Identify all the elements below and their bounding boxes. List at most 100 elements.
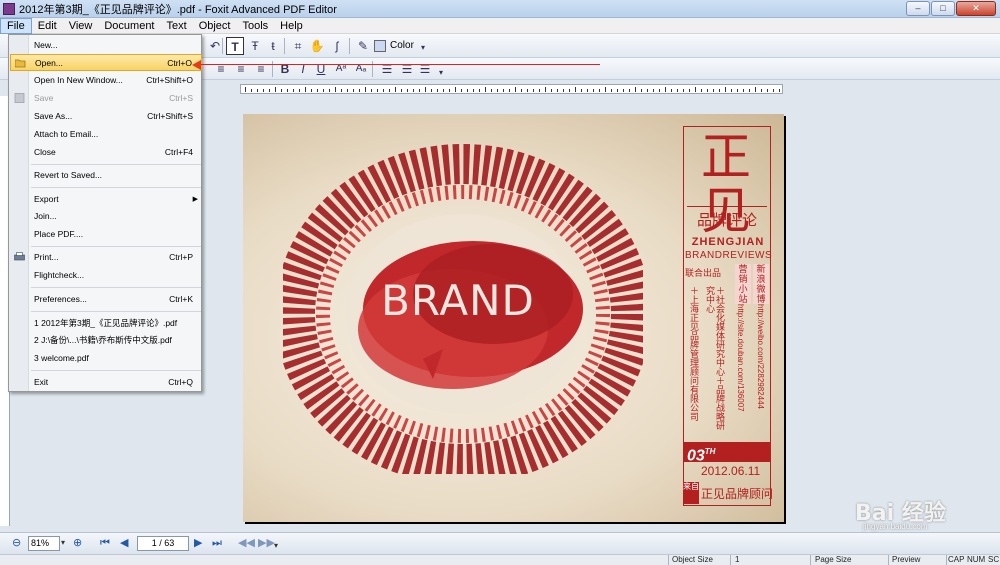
align-center-icon[interactable]: ≡ [212, 60, 230, 78]
menu-item-recent-2[interactable]: 2 J:\备份\...\书籍\乔布斯传中文版.pdf [10, 332, 202, 349]
menu-file[interactable]: File [0, 17, 32, 34]
ruler-tick [713, 89, 714, 92]
bold-icon[interactable]: B [276, 60, 294, 78]
status-divider [810, 555, 811, 565]
menu-item-attach-email[interactable]: Attach to Email... [10, 126, 202, 143]
last-page-icon[interactable]: ⏭ [212, 535, 222, 551]
folder-open-icon [15, 59, 26, 68]
status-scroll-lock: SC [988, 555, 1000, 564]
cover-sub-title: 品牌评论 [687, 206, 767, 230]
ruler-tick [419, 89, 420, 92]
ruler-tick [305, 87, 306, 92]
subscript-icon[interactable]: Aₐ [352, 60, 370, 78]
spacing-dropdown-icon[interactable]: ▾ [432, 64, 450, 82]
align-right-icon[interactable]: ≡ [232, 60, 250, 78]
color-swatch[interactable] [374, 40, 386, 52]
view-history-dropdown-icon[interactable]: ▾ [274, 538, 278, 554]
menu-item-open-new-window[interactable]: Open In New Window... Ctrl+Shift+O [10, 72, 202, 89]
ruler-tick [359, 89, 360, 92]
color-label[interactable]: Color [390, 39, 414, 53]
ruler-tick [323, 89, 324, 92]
zoom-out-icon[interactable]: ⊖ [12, 535, 21, 551]
menu-item-preferences[interactable]: Preferences... Ctrl+K [10, 291, 202, 308]
text-vertical-icon[interactable]: ŧ [264, 37, 282, 55]
page-number-input[interactable]: 1 / 63 [137, 536, 189, 551]
ruler-tick [581, 89, 582, 92]
menu-help[interactable]: Help [274, 18, 309, 34]
align-justify-icon[interactable]: ≡ [252, 60, 270, 78]
cover-douban-url: http://site.douban.com/136007 [736, 304, 745, 412]
menu-item-new[interactable]: New... [10, 37, 202, 54]
status-divider [888, 555, 889, 565]
next-page-icon[interactable]: ▶ [194, 535, 202, 551]
back-view-icon[interactable]: ◀◀ [238, 535, 255, 551]
ruler-tick [749, 89, 750, 92]
zoom-dropdown-icon[interactable]: ▾ [61, 535, 65, 551]
menu-item-revert[interactable]: Revert to Saved... [10, 167, 202, 184]
ruler-tick [545, 87, 546, 92]
maximize-button[interactable]: □ [931, 1, 955, 16]
menu-item-save-as[interactable]: Save As... Ctrl+Shift+S [10, 108, 202, 125]
eyedropper-icon[interactable]: ✎ [354, 37, 372, 55]
menu-item-flightcheck[interactable]: Flightcheck... [10, 267, 202, 284]
cover-english-subtitle: BRANDREVIEWS [685, 250, 773, 261]
crop-icon[interactable]: ⌗ [289, 37, 307, 55]
ruler-tick [593, 89, 594, 92]
menu-document[interactable]: Document [98, 18, 160, 34]
menu-object[interactable]: Object [193, 18, 237, 34]
menu-item-print[interactable]: Print... Ctrl+P [10, 249, 202, 266]
text-tool-icon[interactable]: T [226, 37, 244, 55]
path-icon[interactable]: ʃ [328, 37, 346, 55]
menu-edit[interactable]: Edit [32, 18, 63, 34]
menu-item-place-pdf[interactable]: Place PDF.... [10, 226, 202, 243]
baidu-url: jingyan.baidu.com [863, 522, 928, 531]
ruler-tick [647, 89, 648, 92]
menu-item-open[interactable]: Open... Ctrl+O [10, 54, 202, 71]
line-spacing-icon[interactable]: ☰ [378, 60, 396, 78]
menu-item-recent-3[interactable]: 3 welcome.pdf [10, 350, 202, 367]
ruler-tick [569, 89, 570, 92]
pdf-page[interactable]: BRAND 正见 品牌评论 ZHENGJIAN BRANDREVIEWS 联合出… [243, 114, 784, 522]
ruler-tick [347, 89, 348, 92]
paragraph-spacing-icon[interactable]: ☰ [398, 60, 416, 78]
minimize-button[interactable]: – [906, 1, 930, 16]
menu-text[interactable]: Text [161, 18, 193, 34]
status-num-lock: NUM [967, 555, 986, 564]
menu-item-join[interactable]: Join... [10, 208, 202, 225]
ruler-tick [635, 87, 636, 92]
status-divider [668, 555, 669, 565]
ruler-tick [491, 89, 492, 92]
menu-item-close[interactable]: Close Ctrl+F4 [10, 144, 202, 161]
hand-icon[interactable]: ✋ [308, 37, 326, 55]
superscript-icon[interactable]: Aᵃ [332, 60, 350, 78]
menu-separator [31, 311, 201, 312]
ruler-tick [479, 89, 480, 92]
close-button[interactable]: ✕ [956, 1, 996, 16]
ruler-tick [293, 89, 294, 92]
text-edit-icon[interactable]: Ŧ [246, 37, 264, 55]
status-bar: Object Size 1 Page Size Preview CAP NUM … [0, 554, 1000, 565]
first-page-icon[interactable]: ⏮ [100, 535, 110, 551]
ruler-tick [599, 89, 600, 92]
baidu-watermark: Bai 经验 jingyan.baidu.com [855, 495, 995, 535]
menu-item-exit[interactable]: Exit Ctrl+Q [10, 374, 202, 391]
italic-icon[interactable]: I [294, 60, 312, 78]
menu-item-recent-1[interactable]: 1 2012年第3期_《正见品牌评论》.pdf [10, 315, 202, 332]
ruler-tick [623, 89, 624, 92]
menu-tools[interactable]: Tools [236, 18, 274, 34]
horizontal-ruler [240, 84, 783, 94]
ruler-tick [761, 89, 762, 92]
menu-view[interactable]: View [63, 18, 99, 34]
underline-icon[interactable]: U [312, 60, 330, 78]
ruler-tick [683, 89, 684, 92]
previous-page-icon[interactable]: ◀ [120, 535, 128, 551]
menu-item-save[interactable]: Save Ctrl+S [10, 90, 202, 107]
ruler-tick [425, 87, 426, 92]
menu-item-export[interactable]: Export ▶ [10, 191, 202, 208]
zoom-in-icon[interactable]: ⊕ [73, 535, 82, 551]
color-dropdown-icon[interactable]: ▾ [414, 39, 432, 57]
ruler-tick [395, 87, 396, 92]
ruler-tick [563, 89, 564, 92]
zoom-level-input[interactable]: 81% [28, 536, 60, 551]
forward-view-icon[interactable]: ▶▶ [258, 535, 275, 551]
